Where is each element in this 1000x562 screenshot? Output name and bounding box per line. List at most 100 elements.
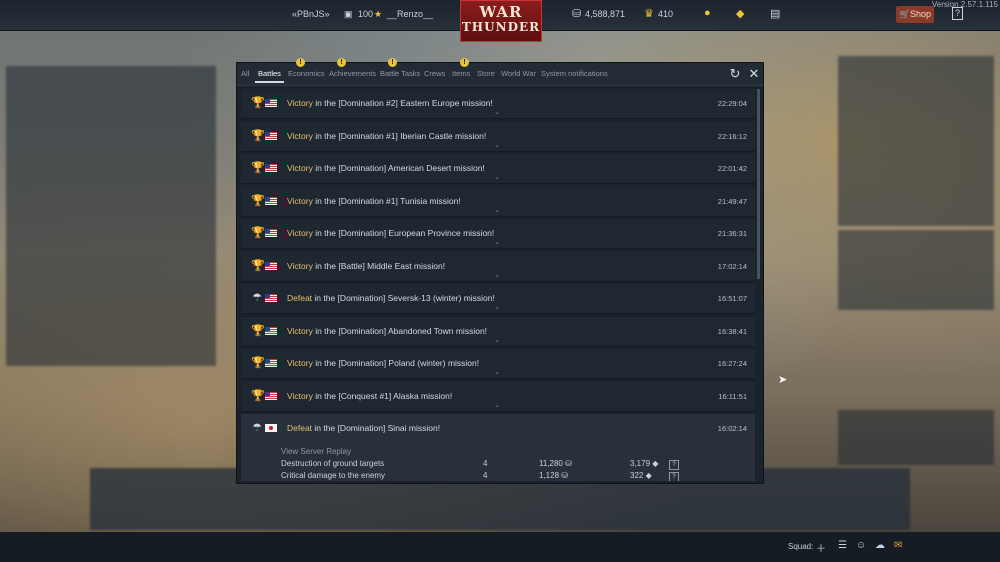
battle-row[interactable]: 🏆 Victory in the [Domination] Poland (win… (241, 349, 755, 379)
expand-chevron-icon[interactable]: ⌄ (494, 336, 500, 344)
battle-description: Victory in the [Battle] Middle East miss… (287, 261, 445, 271)
mission-name: in the [Domination #1] Iberian Castle mi… (312, 130, 487, 141)
usa-flag-icon (265, 196, 277, 205)
battle-row[interactable]: 🏆 Victory in the [Domination] Abandoned T… (241, 316, 755, 347)
right-blurred-panel-mid (838, 230, 994, 310)
tab-bar: All Battles Economics! Achievements! Battle … (237, 58, 763, 86)
expand-chevron-icon[interactable]: ⌄ (494, 108, 500, 116)
tab-crews[interactable]: Crews (424, 69, 445, 78)
notifications-panel: All Battles Economics! Achievements! Battle … (236, 58, 764, 484)
usa-flag-icon (265, 261, 277, 270)
battle-row[interactable]: 🏆 Victory in the [Domination #1] Tunisia … (241, 186, 755, 217)
battle-row[interactable]: ☂ Defeat in the [Domination] Seversk-13 (… (241, 284, 755, 314)
mission-name: in the [Domination] European Province mi… (312, 228, 495, 238)
battle-description: Victory in the [Domination] American Des… (287, 163, 485, 173)
clan-tag: «PBnJS» (292, 9, 330, 19)
expand-chevron-icon[interactable]: ⌄ (494, 303, 500, 311)
reward-count: 4 (483, 459, 488, 468)
trophy-icon: 🏆 (251, 357, 265, 369)
scrollbar[interactable] (757, 89, 760, 279)
battle-description: Victory in the [Conquest #1] Alaska miss… (287, 391, 452, 401)
tab-system-notifications[interactable]: System notifications (541, 69, 608, 78)
tab-economics[interactable]: Economics (288, 69, 325, 78)
battle-result: Defeat (287, 293, 313, 303)
close-icon[interactable]: ✕ (746, 66, 762, 82)
golden-eagles-amount[interactable]: 410 (658, 9, 673, 19)
expand-chevron-icon[interactable]: ⌄ (494, 271, 500, 279)
help-icon[interactable]: ? (669, 472, 679, 481)
add-squad-icon[interactable]: ＋ (816, 540, 826, 555)
tab-items[interactable]: Items (452, 69, 470, 78)
battle-description: Victory in the [Domination #2] Eastern E… (287, 98, 493, 108)
mission-name: in the [Domination] Abandoned Town missi… (312, 325, 488, 336)
battle-row[interactable]: 🏆 Victory in the [Domination] American De… (241, 154, 755, 184)
crate-icon[interactable]: ◆ (736, 7, 744, 20)
tab-all[interactable]: All (241, 69, 249, 78)
battle-result: Victory (287, 228, 313, 238)
username[interactable]: __Renzo__ (387, 9, 433, 19)
battle-row[interactable]: 🏆 Victory in the [Domination #1] Iberian … (241, 121, 755, 152)
help-icon[interactable]: ? (669, 460, 679, 470)
battle-time: 21:49:47 (717, 196, 747, 206)
battle-result: Victory (287, 260, 313, 271)
tab-achievements[interactable]: Achievements (329, 69, 376, 78)
version-label: Version 2.57.1.115 (931, 0, 998, 9)
golden-eagles-icon: ♛ (644, 8, 654, 20)
tab-battles[interactable]: Battles (255, 69, 284, 83)
mission-name: in the [Domination] American Desert miss… (312, 163, 485, 173)
logo-line1: WAR (479, 3, 523, 21)
trophy-icon: 🏆 (251, 259, 265, 272)
battle-time: 16:02:14 (717, 424, 747, 433)
battle-row[interactable]: ☂ Defeat in the [Domination] Sinai missio… (241, 414, 755, 481)
battle-description: Victory in the [Domination] European Pro… (287, 228, 494, 238)
trophy-icon: 🏆 (251, 129, 265, 142)
battle-description: Defeat in the [Domination] Sinai mission… (287, 423, 440, 433)
battle-time: 16:27:24 (717, 359, 747, 368)
list-icon[interactable]: ☰ (838, 540, 847, 551)
expand-chevron-icon[interactable]: ⌄ (494, 401, 500, 409)
view-server-replay-link[interactable]: View Server Replay (281, 447, 351, 456)
tab-world-war[interactable]: World War (501, 69, 536, 78)
battle-result: Victory (287, 325, 313, 336)
right-blurred-panel-bottom (838, 410, 994, 465)
chat-icon[interactable]: ☁ (875, 540, 885, 551)
silver-lions-amount[interactable]: 4,588,871 (585, 9, 625, 19)
battle-row[interactable]: 🏆 Victory in the [Conquest #1] Alaska mis… (241, 381, 755, 412)
mission-name: in the [Conquest #1] Alaska mission! (312, 390, 453, 401)
war-thunder-logo[interactable]: WAR THUNDER (460, 0, 542, 42)
friends-icon[interactable]: ☺ (856, 540, 866, 551)
lightbulb-icon[interactable]: ● (704, 7, 711, 19)
usa-flag-icon (265, 326, 277, 335)
reward-silver: 11,280 ⛁ (539, 459, 572, 468)
expand-chevron-icon[interactable]: ⌄ (494, 368, 500, 376)
expand-chevron-icon[interactable]: ⌄ (494, 238, 500, 246)
tab-store[interactable]: Store (477, 69, 495, 78)
tab-battle-tasks[interactable]: Battle Tasks (380, 69, 420, 78)
player-level: 100 (358, 9, 374, 19)
japan-flag-icon (265, 424, 277, 432)
avatar-icon[interactable]: ▣ (344, 9, 353, 20)
mail-icon[interactable]: ✉ (894, 540, 902, 551)
refresh-icon[interactable]: ↻ (727, 66, 743, 82)
shop-button[interactable]: 🛒 Shop (896, 6, 934, 23)
coupon-icon[interactable]: ▤ (770, 7, 780, 20)
expand-chevron-icon[interactable]: ⌄ (494, 173, 500, 181)
cart-icon: 🛒 (899, 9, 911, 19)
expand-chevron-icon[interactable]: ⌄ (494, 141, 500, 149)
battle-row[interactable]: 🏆 Victory in the [Battle] Middle East mis… (241, 251, 755, 282)
usa-flag-icon (265, 164, 277, 172)
expand-chevron-icon[interactable]: ⌄ (494, 206, 500, 214)
battle-time: 22:29:04 (717, 99, 747, 108)
reward-label: Critical damage to the enemy (281, 471, 386, 480)
usa-flag-icon (265, 391, 277, 400)
usa-flag-icon (265, 359, 277, 367)
battle-row[interactable]: 🏆 Victory in the [Domination] European Pr… (241, 219, 755, 249)
battle-description: Victory in the [Domination] Poland (wint… (287, 358, 479, 368)
warning-icon: ! (460, 58, 469, 67)
usa-flag-icon (265, 99, 277, 107)
usa-flag-icon (265, 294, 277, 302)
mission-name: in the [Domination] Poland (winter) miss… (312, 358, 480, 368)
battle-row[interactable]: 🏆 Victory in the [Domination #2] Eastern … (241, 89, 755, 119)
battle-result: Victory (287, 98, 313, 108)
battle-time: 22:01:42 (717, 164, 747, 173)
